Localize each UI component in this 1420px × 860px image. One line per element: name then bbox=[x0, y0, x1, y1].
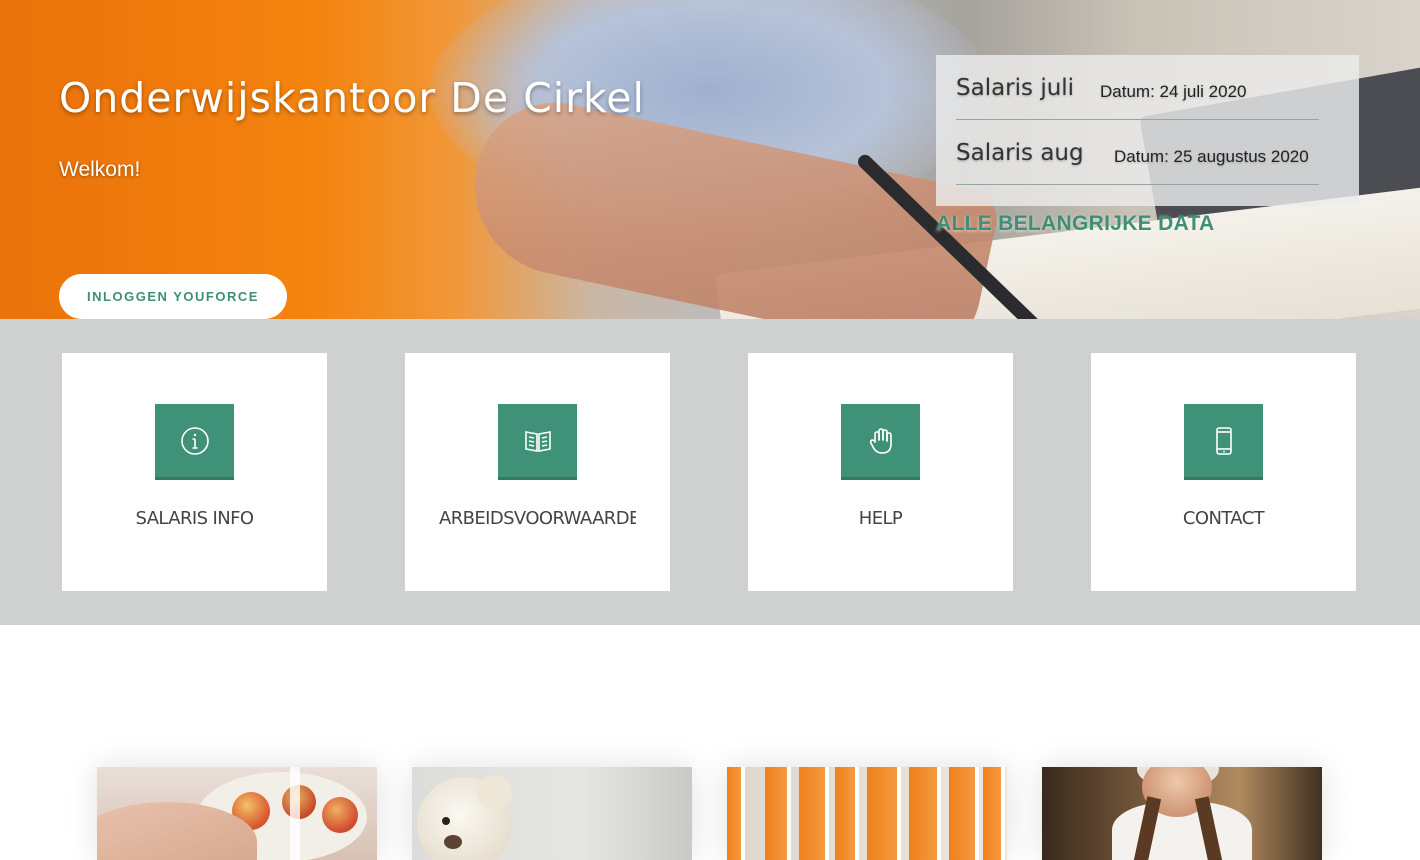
service-card-contact[interactable]: CONTACT bbox=[1091, 353, 1356, 591]
photo-card-folders[interactable] bbox=[727, 767, 1007, 860]
phone-icon bbox=[1215, 426, 1232, 455]
service-card-label: HELP bbox=[858, 508, 903, 529]
book-icon bbox=[524, 430, 551, 452]
hand-icon bbox=[869, 427, 892, 454]
services-section: SALARIS INFO ARBEIDSVOORWAARDEN HELP CON… bbox=[0, 319, 1420, 625]
icon-tile bbox=[498, 404, 577, 480]
icon-tile bbox=[1184, 404, 1263, 480]
service-card-arbeidsvoorwaarden[interactable]: ARBEIDSVOORWAARDEN bbox=[405, 353, 670, 591]
service-card-help[interactable]: HELP bbox=[748, 353, 1013, 591]
date-item-date: Datum: 24 juli 2020 bbox=[1100, 82, 1247, 101]
date-item: Salaris aug Datum: 25 augustus 2020 bbox=[956, 120, 1319, 185]
service-card-salaris-info[interactable]: SALARIS INFO bbox=[62, 353, 327, 591]
hero-banner: Onderwijskantoor De Cirkel Welkom! INLOG… bbox=[0, 0, 1420, 319]
icon-tile bbox=[841, 404, 920, 480]
photo-card-handwashing[interactable] bbox=[97, 767, 377, 860]
service-card-label: CONTACT bbox=[1182, 508, 1265, 529]
info-icon bbox=[180, 426, 209, 455]
date-item-date: Datum: 25 augustus 2020 bbox=[1114, 147, 1309, 166]
service-card-label: SALARIS INFO bbox=[135, 508, 254, 529]
icon-tile bbox=[155, 404, 234, 480]
login-youforce-button[interactable]: INLOGGEN YOUFORCE bbox=[59, 274, 287, 319]
date-item-name: Salaris aug bbox=[956, 140, 1084, 166]
service-card-label: ARBEIDSVOORWAARDEN bbox=[439, 508, 636, 529]
photo-card-teddy-bear[interactable] bbox=[412, 767, 692, 860]
welcome-text: Welkom! bbox=[59, 158, 141, 181]
site-title: Onderwijskantoor De Cirkel bbox=[59, 74, 645, 122]
date-item: Salaris juli Datum: 24 juli 2020 bbox=[956, 55, 1319, 120]
date-item-name: Salaris juli bbox=[956, 75, 1075, 101]
all-important-dates-link[interactable]: ALLE BELANGRIJKE DATA bbox=[936, 212, 1215, 236]
important-dates-box: Salaris juli Datum: 24 juli 2020 Salaris… bbox=[936, 55, 1359, 206]
photo-card-smiling-woman[interactable] bbox=[1042, 767, 1322, 860]
